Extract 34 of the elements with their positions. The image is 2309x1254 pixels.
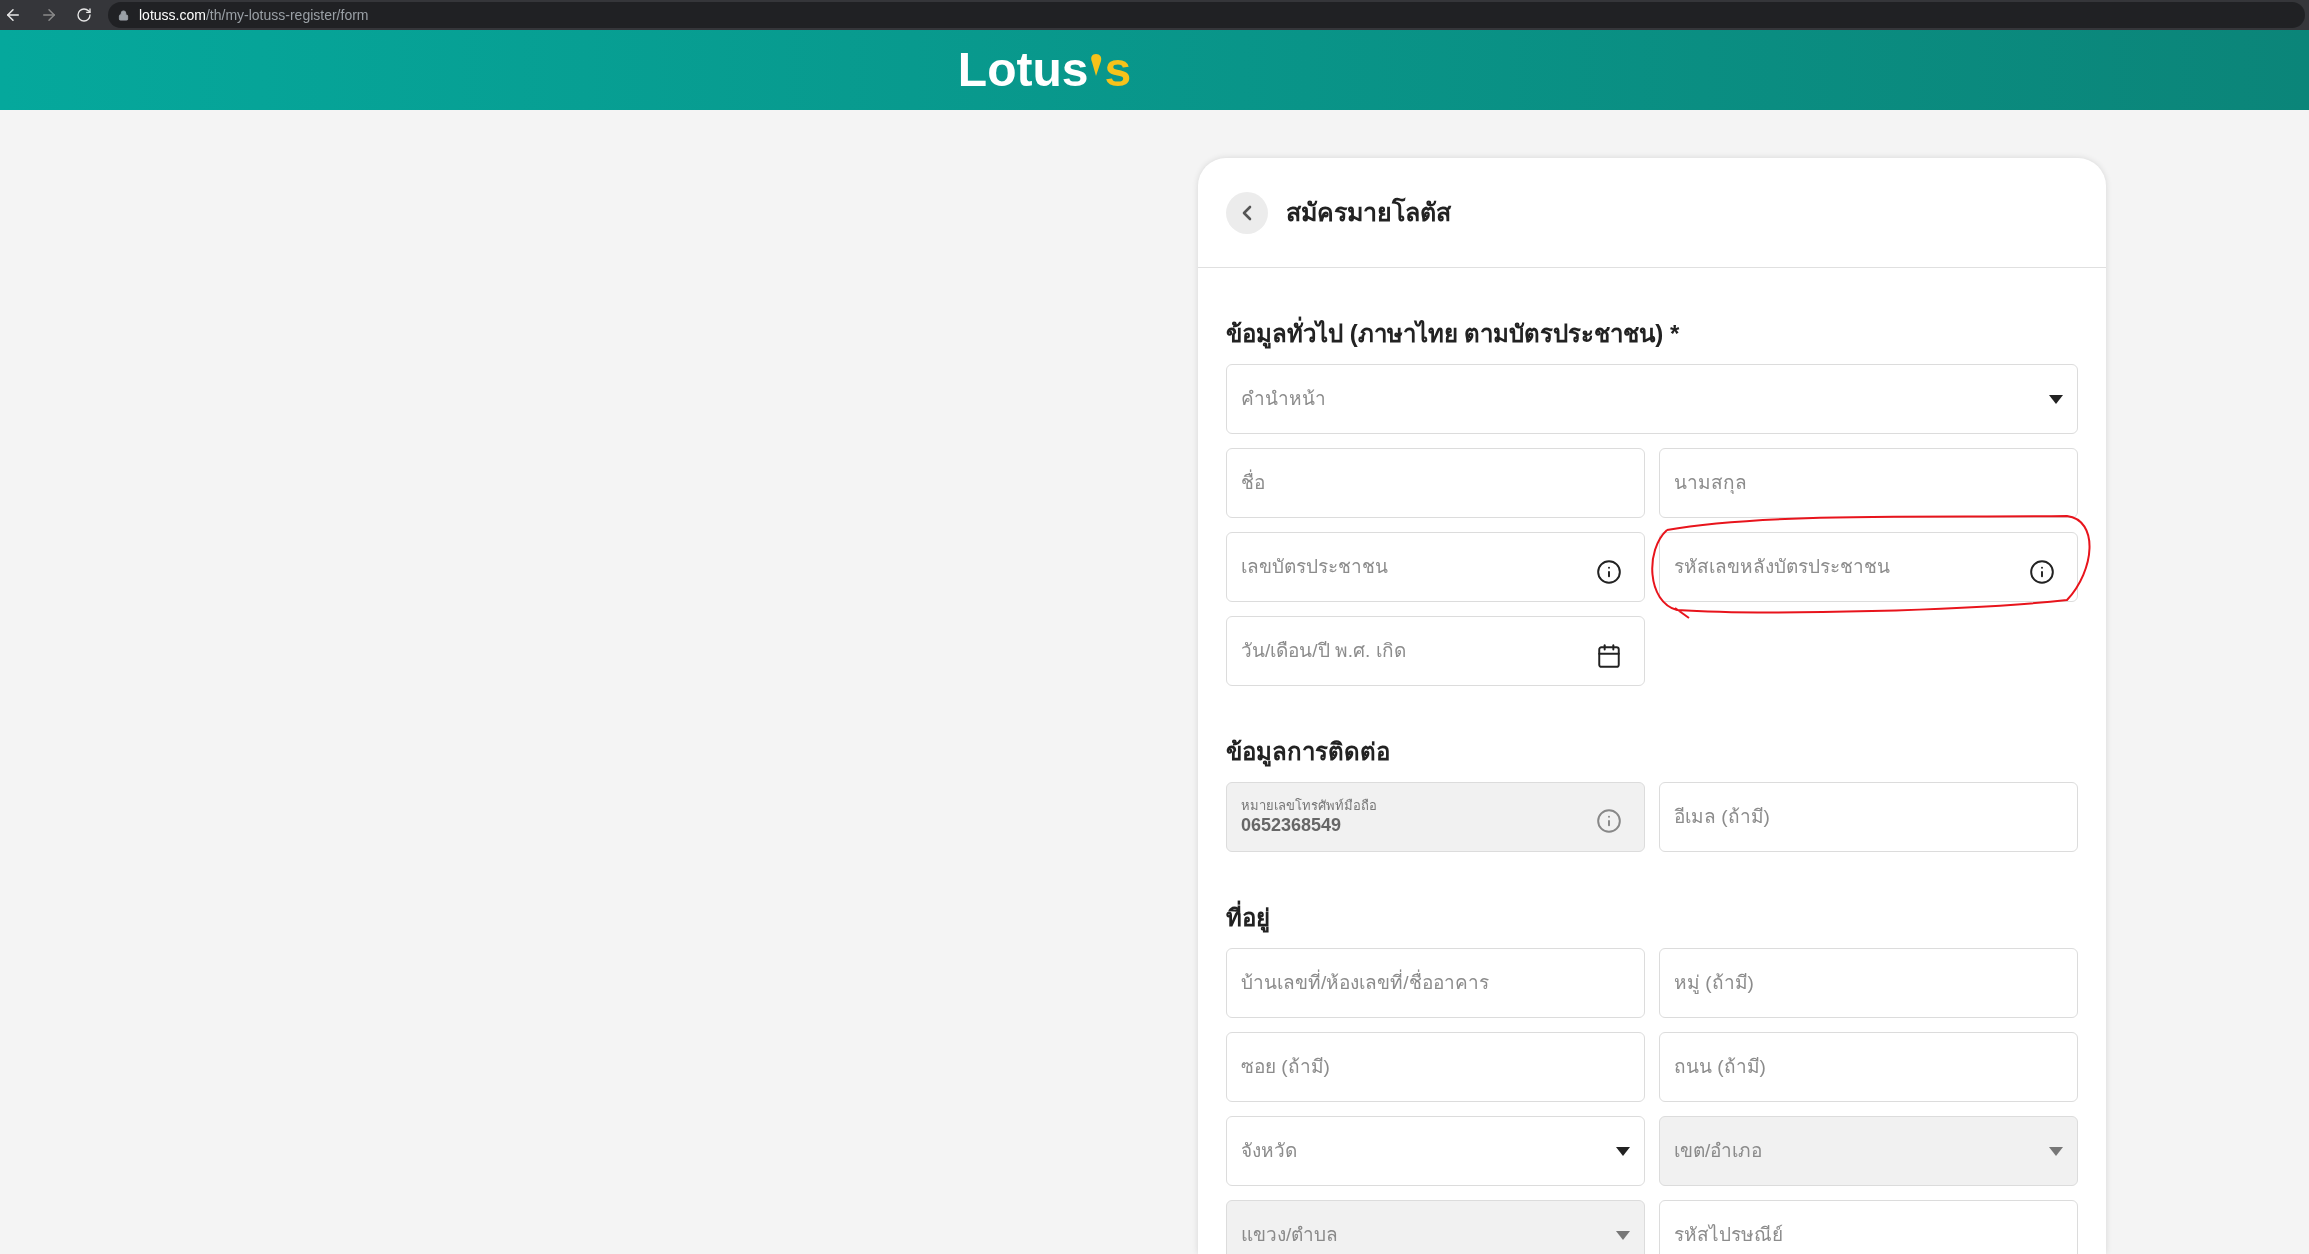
- caret-icon: [1616, 1146, 1630, 1156]
- input-field[interactable]: อีเมล (ถ้ามี): [1659, 782, 2078, 852]
- calendar-icon[interactable]: [1596, 643, 1622, 669]
- url-text: lotuss.com/th/my-lotuss-register/form: [139, 5, 369, 25]
- input-field[interactable]: รหัสไปรษณีย์: [1659, 1200, 2078, 1254]
- input-field[interactable]: หมู่ (ถ้ามี): [1659, 948, 2078, 1018]
- dropdown-field[interactable]: จังหวัด: [1226, 1116, 1645, 1186]
- section-heading: ข้อมูลทั่วไป (ภาษาไทย ตามบัตรประชาชน) *: [1226, 316, 2078, 352]
- info-icon[interactable]: [2029, 559, 2055, 585]
- caret-icon: [2049, 1146, 2063, 1156]
- section-heading: ที่อยู่: [1226, 900, 2078, 936]
- back-icon[interactable]: [4, 6, 22, 24]
- input-field[interactable]: ชื่อ: [1226, 448, 1645, 518]
- field-value: 0652368549: [1241, 813, 1343, 837]
- input-field[interactable]: ถนน (ถ้ามี): [1659, 1032, 2078, 1102]
- logo[interactable]: Lotus s: [957, 46, 1132, 94]
- field-label: หมายเลขโทรศัพท์มือถือ: [1241, 797, 1378, 814]
- input-field[interactable]: บ้านเลขที่/ห้องเลขที่/ชื่ออาคาร: [1226, 948, 1645, 1018]
- lock-icon: [118, 9, 129, 21]
- caret-icon: [1616, 1230, 1630, 1240]
- dropdown-field[interactable]: คำนำหน้า: [1226, 364, 2078, 434]
- input-field[interactable]: เลขบัตรประชาชน: [1226, 532, 1645, 602]
- input-field[interactable]: รหัสเลขหลังบัตรประชาชน: [1659, 532, 2078, 602]
- address-bar[interactable]: lotuss.com/th/my-lotuss-register/form: [108, 2, 2305, 28]
- back-button[interactable]: [1226, 191, 1268, 234]
- reload-icon[interactable]: [76, 7, 92, 23]
- info-icon[interactable]: [1596, 559, 1622, 585]
- input-field[interactable]: นามสกุล: [1659, 448, 2078, 518]
- section-heading: ข้อมูลการติดต่อ: [1226, 737, 1391, 769]
- page-title: สมัครมายโลตัส: [1286, 196, 1451, 228]
- forward-icon[interactable]: [40, 6, 58, 24]
- input-field[interactable]: ซอย (ถ้ามี): [1226, 1032, 1645, 1102]
- input-field[interactable]: วัน/เดือน/ปี พ.ศ. เกิด: [1226, 616, 1645, 686]
- caret-icon: [2049, 394, 2063, 404]
